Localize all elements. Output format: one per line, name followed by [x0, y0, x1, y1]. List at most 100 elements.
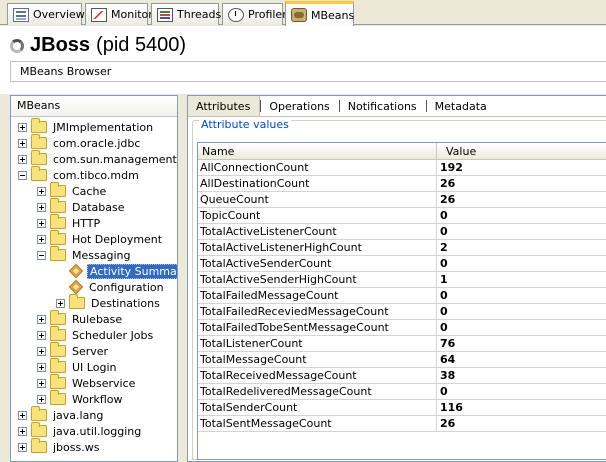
collapse-icon[interactable] — [18, 170, 27, 180]
table-row[interactable]: TotalSentMessageCount 26 — [198, 416, 606, 432]
table-row[interactable]: AllDestinationCount 26 — [198, 176, 606, 192]
mbeans-browser-tab[interactable]: MBeans Browser — [10, 61, 606, 82]
table-row[interactable]: TotalReceivedMessageCount 38 — [198, 368, 606, 384]
expand-icon[interactable] — [18, 154, 27, 164]
tab-metadata[interactable]: Metadata — [425, 96, 496, 116]
tab-attributes[interactable]: Attributes — [188, 96, 261, 116]
tree-item[interactable]: Destinations — [56, 294, 162, 311]
tree-item-label: Workflow — [72, 392, 123, 406]
attribute-name: TotalRedeliveredMessageCount — [198, 384, 437, 399]
expand-icon[interactable] — [18, 122, 27, 132]
table-row[interactable]: TopicCount 0 — [198, 208, 606, 224]
expand-icon[interactable] — [37, 346, 46, 356]
tab-operations[interactable]: Operations — [260, 96, 338, 116]
expand-icon[interactable] — [37, 394, 46, 404]
tree-item-label: Destinations — [91, 296, 160, 310]
expand-icon[interactable] — [37, 378, 46, 388]
tree-item[interactable]: UI Login — [37, 358, 118, 375]
table-row[interactable]: TotalActiveSenderCount 0 — [198, 256, 606, 272]
tree-item[interactable]: JMImplementation — [18, 118, 155, 135]
tab-overview[interactable]: Overview — [7, 3, 85, 25]
tree-item[interactable]: Database — [37, 198, 127, 215]
table-body: AllConnectionCount 192 AllDestinationCount… — [198, 160, 606, 432]
tree-item[interactable]: com.sun.management — [18, 150, 177, 167]
expand-icon[interactable] — [18, 138, 27, 148]
table-row[interactable]: TotalMessageCount 64 — [198, 352, 606, 368]
tree-item-label: com.oracle.jdbc — [53, 136, 141, 150]
tab-notifications[interactable]: Notifications — [338, 96, 426, 116]
expand-icon[interactable] — [37, 362, 46, 372]
attribute-value: 0 — [440, 225, 448, 238]
tree-item[interactable]: Rulebase — [37, 310, 124, 327]
tree-item-label: Activity Summary — [87, 263, 177, 279]
tree-item-label: JMImplementation — [53, 120, 154, 134]
tree-item[interactable]: Hot Deployment — [37, 230, 164, 247]
expand-icon[interactable] — [18, 442, 27, 452]
table-row[interactable]: TotalActiveListenerHighCount 2 — [198, 240, 606, 256]
tree-item-label: com.tibco.mdm — [53, 168, 139, 182]
tree-item[interactable]: com.oracle.jdbc — [18, 134, 142, 151]
tree-item[interactable]: java.util.logging — [18, 422, 143, 439]
folder-icon — [31, 150, 47, 165]
mbeans-tree: JMImplementation com.oracle.jdbc com.sun.m… — [11, 117, 177, 461]
attribute-name: TotalReceivedMessageCount — [198, 368, 437, 383]
folder-icon — [50, 230, 66, 245]
folder-icon — [31, 422, 47, 437]
tree-item[interactable]: Server — [37, 342, 110, 359]
table-row[interactable]: AllConnectionCount 192 — [198, 160, 606, 176]
tree-item-label: Scheduler Jobs — [72, 328, 154, 342]
tab-label: Profiler — [248, 8, 287, 21]
attribute-name: TopicCount — [198, 208, 437, 223]
table-row[interactable]: QueueCount 26 — [198, 192, 606, 208]
tree-item[interactable]: Messaging — [37, 246, 132, 263]
tree-item-label: Configuration — [89, 280, 164, 294]
folder-icon — [50, 198, 66, 213]
folder-icon — [31, 406, 47, 421]
tab-threads[interactable]: Threads — [151, 3, 221, 25]
tree-item[interactable]: Webservice — [37, 374, 137, 391]
expand-icon[interactable] — [18, 410, 27, 420]
table-row[interactable]: TotalFailedTobeSentMessageCount 0 — [198, 320, 606, 336]
overview-icon — [13, 7, 29, 22]
tree-item-label: Database — [72, 200, 125, 214]
attribute-value: 116 — [440, 401, 463, 414]
tab-label: Overview — [33, 8, 85, 21]
tab-profiler[interactable]: Profiler — [222, 3, 287, 25]
tree-item[interactable]: Cache — [37, 182, 108, 199]
table-row[interactable]: TotalFailedMessageCount 0 — [198, 288, 606, 304]
table-row[interactable]: TotalActiveSenderHighCount 1 — [198, 272, 606, 288]
tree-item[interactable]: HTTP — [37, 214, 102, 231]
table-row[interactable]: TotalRedeliveredMessageCount 0 — [198, 384, 606, 400]
expand-icon[interactable] — [37, 330, 46, 340]
expand-icon[interactable] — [37, 218, 46, 228]
column-header-name[interactable]: Name — [198, 143, 437, 159]
expand-icon[interactable] — [37, 234, 46, 244]
tree-item[interactable]: Scheduler Jobs — [37, 326, 155, 343]
attribute-name: TotalActiveSenderHighCount — [198, 272, 437, 287]
table-row[interactable]: TotalFailedReceviedMessageCount 0 — [198, 304, 606, 320]
tab-mbeans[interactable]: MBeans — [285, 1, 354, 26]
tree-item-label: java.lang — [53, 408, 104, 422]
expand-icon[interactable] — [37, 202, 46, 212]
tree-item[interactable]: java.lang — [18, 406, 105, 423]
expand-icon[interactable] — [37, 314, 46, 324]
tree-item[interactable]: com.tibco.mdm — [18, 166, 141, 183]
expand-icon[interactable] — [18, 426, 27, 436]
folder-icon — [31, 166, 47, 181]
expand-icon[interactable] — [37, 186, 46, 196]
expand-icon[interactable] — [56, 298, 65, 308]
table-row[interactable]: TotalSenderCount 116 — [198, 400, 606, 416]
tree-item-label: Rulebase — [72, 312, 123, 326]
column-header-value[interactable]: Value — [437, 143, 606, 159]
tree-item[interactable]: Workflow — [37, 390, 125, 407]
tree-item-label: java.util.logging — [53, 424, 142, 438]
tree-item[interactable]: Configuration — [56, 279, 166, 295]
attribute-value: 0 — [440, 257, 448, 270]
tree-item[interactable]: Activity Summary — [56, 263, 177, 279]
table-row[interactable]: TotalActiveListenerCount 0 — [198, 224, 606, 240]
tree-item[interactable]: jboss.ws — [18, 438, 101, 455]
tab-monitor[interactable]: Monitor — [85, 3, 153, 25]
collapse-icon[interactable] — [37, 250, 46, 260]
table-row[interactable]: TotalListenerCount 76 — [198, 336, 606, 352]
spinner-icon — [10, 38, 24, 53]
